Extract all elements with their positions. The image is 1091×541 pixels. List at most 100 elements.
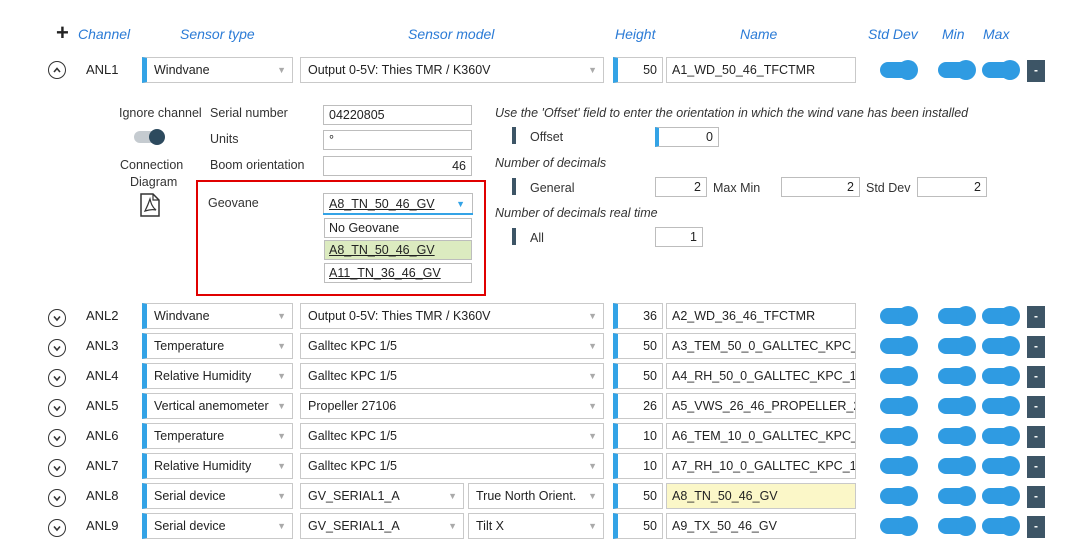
min-toggle[interactable] (938, 306, 976, 326)
sensor-type-value: Relative Humidity (154, 459, 252, 473)
max-toggle[interactable] (982, 456, 1020, 476)
std-dev-toggle[interactable] (880, 60, 918, 80)
height-input[interactable]: 36 (613, 303, 663, 329)
std-dev-toggle[interactable] (880, 366, 918, 386)
ignore-channel-toggle[interactable] (134, 129, 165, 145)
sensor-type-select[interactable]: Relative Humidity ▼ (142, 363, 293, 389)
delete-row-button[interactable]: - (1027, 396, 1045, 418)
std-dev-toggle[interactable] (880, 396, 918, 416)
expand-row-button[interactable] (48, 489, 66, 507)
sensor-type-select[interactable]: Windvane ▼ (142, 57, 293, 83)
name-input[interactable]: A6_TEM_10_0_GALLTEC_KPC_1/5 (666, 423, 856, 449)
min-toggle[interactable] (938, 426, 976, 446)
all-decimals-input[interactable]: 1 (655, 227, 703, 247)
delete-row-button[interactable]: - (1027, 60, 1045, 82)
min-toggle[interactable] (938, 516, 976, 536)
height-input[interactable]: 10 (613, 423, 663, 449)
delete-row-button[interactable]: - (1027, 516, 1045, 538)
max-toggle[interactable] (982, 366, 1020, 386)
min-toggle[interactable] (938, 396, 976, 416)
sensor-type-select[interactable]: Serial device ▼ (142, 513, 293, 539)
height-input[interactable]: 50 (613, 333, 663, 359)
height-input[interactable]: 10 (613, 453, 663, 479)
sensor-type-select[interactable]: Windvane ▼ (142, 303, 293, 329)
height-input[interactable]: 50 (613, 363, 663, 389)
std-dev-decimals-input[interactable]: 2 (917, 177, 987, 197)
sensor-model-select[interactable]: GV_SERIAL1_A ▼ (300, 513, 464, 539)
std-dev-toggle[interactable] (880, 456, 918, 476)
height-input[interactable]: 50 (613, 483, 663, 509)
expand-row-button[interactable] (48, 429, 66, 447)
min-toggle[interactable] (938, 456, 976, 476)
std-dev-toggle[interactable] (880, 516, 918, 536)
serial-variable-select[interactable]: True North Orient. ▼ (468, 483, 604, 509)
sensor-model-select[interactable]: Output 0-5V: Thies TMR / K360V ▼ (300, 303, 604, 329)
sensor-type-select[interactable]: Vertical anemometer ▼ (142, 393, 293, 419)
delete-row-button[interactable]: - (1027, 426, 1045, 448)
name-input[interactable]: A5_VWS_26_46_PROPELLER_27106 (666, 393, 856, 419)
sensor-model-select[interactable]: Galltec KPC 1/5 ▼ (300, 453, 604, 479)
sensor-type-select[interactable]: Temperature ▼ (142, 423, 293, 449)
delete-row-button[interactable]: - (1027, 366, 1045, 388)
minus-icon: - (1034, 63, 1038, 77)
general-decimals-input[interactable]: 2 (655, 177, 707, 197)
pdf-icon[interactable] (139, 193, 161, 217)
boom-orientation-input[interactable]: 46 (323, 156, 472, 176)
collapse-row-button[interactable] (48, 61, 66, 79)
units-input[interactable]: ° (323, 130, 472, 150)
max-min-decimals-input[interactable]: 2 (781, 177, 860, 197)
min-toggle[interactable] (938, 336, 976, 356)
expand-row-button[interactable] (48, 399, 66, 417)
serial-number-input[interactable]: 04220805 (323, 105, 472, 125)
sensor-model-select[interactable]: Propeller 27106 ▼ (300, 393, 604, 419)
delete-row-button[interactable]: - (1027, 486, 1045, 508)
sensor-type-select[interactable]: Relative Humidity ▼ (142, 453, 293, 479)
name-input[interactable]: A1_WD_50_46_TFCTMR (666, 57, 856, 83)
delete-row-button[interactable]: - (1027, 306, 1045, 328)
min-toggle[interactable] (938, 60, 976, 80)
name-input[interactable]: A2_WD_36_46_TFCTMR (666, 303, 856, 329)
name-input[interactable]: A8_TN_50_46_GV (666, 483, 856, 509)
max-toggle[interactable] (982, 336, 1020, 356)
std-dev-toggle[interactable] (880, 336, 918, 356)
expand-row-button[interactable] (48, 519, 66, 537)
geovane-option-a8[interactable]: A8_TN_50_46_GV (324, 240, 472, 260)
geovane-option-none[interactable]: No Geovane (324, 218, 472, 238)
name-input[interactable]: A4_RH_50_0_GALLTEC_KPC_1/5 (666, 363, 856, 389)
expand-row-button[interactable] (48, 309, 66, 327)
max-toggle[interactable] (982, 60, 1020, 80)
expand-row-button[interactable] (48, 459, 66, 477)
geovane-option-a11[interactable]: A11_TN_36_46_GV (324, 263, 472, 283)
max-toggle[interactable] (982, 486, 1020, 506)
sensor-model-select[interactable]: Galltec KPC 1/5 ▼ (300, 333, 604, 359)
height-input[interactable]: 26 (613, 393, 663, 419)
sensor-model-select[interactable]: GV_SERIAL1_A ▼ (300, 483, 464, 509)
std-dev-toggle[interactable] (880, 426, 918, 446)
name-input[interactable]: A9_TX_50_46_GV (666, 513, 856, 539)
sensor-model-select[interactable]: Output 0-5V: Thies TMR / K360V ▼ (300, 57, 604, 83)
expand-row-button[interactable] (48, 339, 66, 357)
max-toggle[interactable] (982, 426, 1020, 446)
add-channel-button[interactable]: + (56, 20, 69, 46)
sensor-model-select[interactable]: Galltec KPC 1/5 ▼ (300, 423, 604, 449)
max-toggle[interactable] (982, 306, 1020, 326)
sensor-type-select[interactable]: Temperature ▼ (142, 333, 293, 359)
sensor-model-select[interactable]: Galltec KPC 1/5 ▼ (300, 363, 604, 389)
delete-row-button[interactable]: - (1027, 456, 1045, 478)
offset-input[interactable]: 0 (655, 127, 719, 147)
min-toggle[interactable] (938, 486, 976, 506)
max-toggle[interactable] (982, 396, 1020, 416)
height-input[interactable]: 50 (613, 513, 663, 539)
sensor-type-select[interactable]: Serial device ▼ (142, 483, 293, 509)
name-input[interactable]: A3_TEM_50_0_GALLTEC_KPC_1/5 (666, 333, 856, 359)
serial-variable-select[interactable]: Tilt X ▼ (468, 513, 604, 539)
expand-row-button[interactable] (48, 369, 66, 387)
height-input[interactable]: 50 (613, 57, 663, 83)
delete-row-button[interactable]: - (1027, 336, 1045, 358)
std-dev-toggle[interactable] (880, 486, 918, 506)
min-toggle[interactable] (938, 366, 976, 386)
max-toggle[interactable] (982, 516, 1020, 536)
std-dev-toggle[interactable] (880, 306, 918, 326)
name-input[interactable]: A7_RH_10_0_GALLTEC_KPC_1/5 (666, 453, 856, 479)
geovane-select[interactable]: A8_TN_50_46_GV ▼ (323, 193, 473, 215)
